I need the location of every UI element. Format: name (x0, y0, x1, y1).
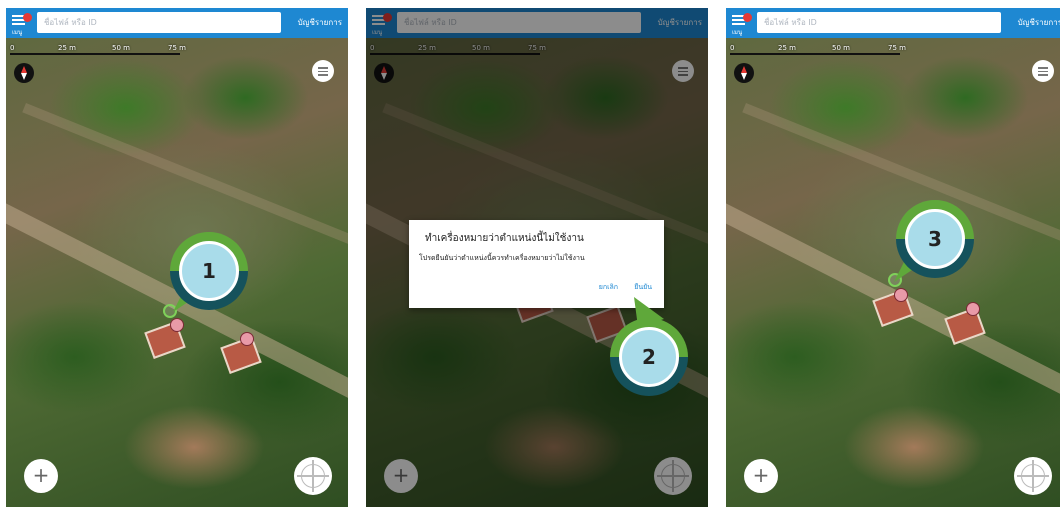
compass-icon[interactable] (734, 63, 754, 83)
add-button[interactable]: + (744, 459, 778, 493)
menu-label: เมนู (12, 29, 23, 36)
add-button[interactable]: + (24, 459, 58, 493)
locate-me-button[interactable] (1014, 457, 1052, 495)
confirm-dialog: ทำเครื่องหมายว่าตำแหน่งนี้ไม่ใช้งาน โปรด… (409, 220, 664, 308)
search-input[interactable]: ชื่อไฟล์ หรือ ID (37, 12, 281, 33)
cancel-button[interactable]: ยกเลิก (599, 282, 618, 293)
notification-dot (23, 13, 32, 22)
locate-me-button[interactable] (294, 457, 332, 495)
confirm-button[interactable]: ยืนยัน (634, 282, 652, 293)
top-bar: เมนู ชื่อไฟล์ หรือ ID บัญชีรายการ (6, 8, 348, 38)
filter-icon[interactable] (1032, 60, 1054, 82)
map-scale: 0 25 m 50 m 75 m (10, 44, 190, 58)
step-2-callout: 2 (610, 318, 688, 396)
screen-3: เมนู ชื่อไฟล์ หรือ ID บัญชีรายการ 0 25 m… (726, 8, 1060, 507)
filter-icon[interactable] (312, 60, 334, 82)
screen-2: เมนู ชื่อไฟล์ หรือ ID บัญชีรายการ 0 25 m… (366, 8, 708, 507)
map-scale: 0 25 m 50 m 75 m (730, 44, 910, 58)
menu-button[interactable]: เมนู (12, 12, 32, 36)
step-1-callout: 1 (170, 232, 248, 310)
dialog-title: ทำเครื่องหมายว่าตำแหน่งนี้ไม่ใช้งาน (425, 233, 584, 244)
top-bar: เมนู ชื่อไฟล์ หรือ ID บัญชีรายการ (726, 8, 1060, 38)
notification-dot (743, 13, 752, 22)
account-link[interactable]: บัญชีรายการ (298, 8, 342, 38)
menu-label: เมนู (732, 29, 743, 36)
location-pin[interactable] (170, 318, 184, 332)
location-pin[interactable] (240, 332, 254, 346)
search-input[interactable]: ชื่อไฟล์ หรือ ID (757, 12, 1001, 33)
location-pin[interactable] (966, 302, 980, 316)
step-3-callout: 3 (896, 200, 974, 278)
account-link[interactable]: บัญชีรายการ (1018, 8, 1060, 38)
location-pin[interactable] (894, 288, 908, 302)
dialog-message: โปรดยืนยันว่าตำแหน่งนี้ควรทำเครื่องหมายว… (419, 254, 585, 262)
menu-button[interactable]: เมนู (732, 12, 752, 36)
compass-icon[interactable] (14, 63, 34, 83)
screen-1: เมนู ชื่อไฟล์ หรือ ID บัญชีรายการ 0 25 m… (6, 8, 348, 507)
